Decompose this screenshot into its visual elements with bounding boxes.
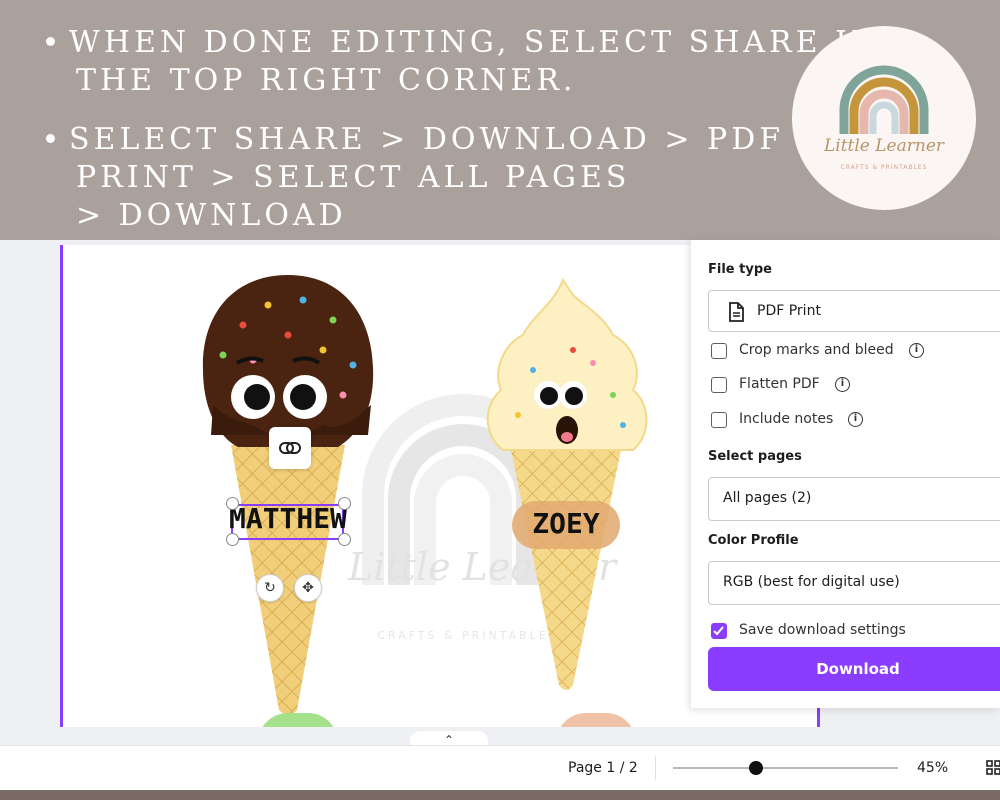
select-pages-label: Select pages [708, 449, 802, 464]
save-settings-label: Save download settings [739, 622, 906, 638]
toolbar-divider [655, 756, 656, 780]
download-button[interactable]: Download [708, 647, 1000, 691]
resize-handle-br[interactable] [338, 533, 351, 546]
include-notes-label: Include notes [739, 411, 834, 427]
crop-marks-checkbox[interactable] [711, 343, 727, 359]
resize-handle-tr[interactable] [338, 497, 351, 510]
resize-handle-tl[interactable] [226, 497, 239, 510]
info-icon[interactable]: i [848, 412, 863, 427]
file-type-value: PDF Print [757, 303, 821, 319]
bottom-toolbar: Page 1 / 2 45% [0, 745, 1000, 791]
instruction-2-line-3: > download [76, 198, 347, 233]
move-button[interactable]: ✥ [294, 574, 322, 602]
chocolate-ice-cream-image[interactable] [193, 275, 383, 715]
flatten-pdf-checkbox[interactable] [711, 377, 727, 393]
info-icon[interactable]: i [909, 343, 924, 358]
page-indicator[interactable]: Page 1 / 2 [568, 760, 638, 776]
link-button[interactable] [269, 427, 311, 469]
rainbow-logo-icon [839, 65, 929, 134]
zoom-slider-knob[interactable] [749, 761, 764, 775]
color-profile-value: RGB (best for digital use) [723, 574, 900, 590]
grid-view-icon[interactable] [986, 760, 1000, 776]
include-notes-option[interactable]: Include notes i [711, 411, 911, 431]
save-settings-option[interactable]: Save download settings [711, 622, 951, 642]
rotate-icon: ↻ [264, 580, 276, 596]
brand-logo: Little Learner CRAFTS & PRINTABLES [792, 26, 976, 210]
instruction-2-line-1: Select share > download > PDF [69, 122, 785, 157]
instruction-2-line-2: print > select all pages [76, 160, 631, 195]
instruction-banner: When done editing, select share in the t… [0, 0, 1000, 240]
info-icon[interactable]: i [835, 377, 850, 392]
logo-tagline: CRAFTS & PRINTABLES [840, 164, 928, 171]
checkmark-icon [713, 626, 724, 636]
crop-marks-label: Crop marks and bleed [739, 342, 894, 358]
logo-title: Little Learner [823, 136, 945, 156]
bullet-dot [46, 133, 55, 143]
partial-peach-scoop [556, 713, 636, 727]
zoom-slider-track[interactable] [673, 767, 898, 769]
vanilla-ice-cream-image[interactable] [473, 275, 663, 695]
resize-handle-bl[interactable] [226, 533, 239, 546]
file-type-label: File type [708, 262, 772, 277]
name-label-2[interactable]: ZOEY [512, 507, 620, 540]
bullet-dot [46, 36, 55, 46]
file-type-select[interactable]: PDF Print [708, 290, 1000, 332]
download-panel: File type PDF Print Crop marks and bleed… [691, 240, 1000, 708]
color-profile-label: Color Profile [708, 533, 799, 548]
flatten-pdf-option[interactable]: Flatten PDF i [711, 376, 911, 396]
instruction-bullet-2: Select share > download > PDF print > se… [46, 121, 784, 235]
document-icon [729, 302, 744, 322]
move-icon: ✥ [302, 580, 314, 596]
bottom-strip [0, 790, 1000, 800]
crop-marks-option[interactable]: Crop marks and bleed i [711, 342, 951, 362]
rotate-button[interactable]: ↻ [256, 574, 284, 602]
color-profile-dropdown[interactable]: RGB (best for digital use) [708, 561, 1000, 605]
select-pages-dropdown[interactable]: All pages (2) [708, 477, 1000, 521]
flatten-pdf-label: Flatten PDF [739, 376, 820, 392]
save-settings-checkbox[interactable] [711, 623, 727, 639]
instruction-bullet-1: When done editing, select share in the t… [46, 24, 881, 100]
instruction-1-line-2: the top right corner. [76, 63, 577, 98]
partial-green-scoop [258, 713, 338, 727]
zoom-level[interactable]: 45% [917, 760, 948, 776]
select-pages-value: All pages (2) [723, 490, 812, 506]
name-label-1[interactable]: MATTHEW [228, 502, 348, 535]
link-icon [279, 442, 301, 454]
instruction-1-line-1: When done editing, select share in [69, 25, 882, 60]
include-notes-checkbox[interactable] [711, 412, 727, 428]
